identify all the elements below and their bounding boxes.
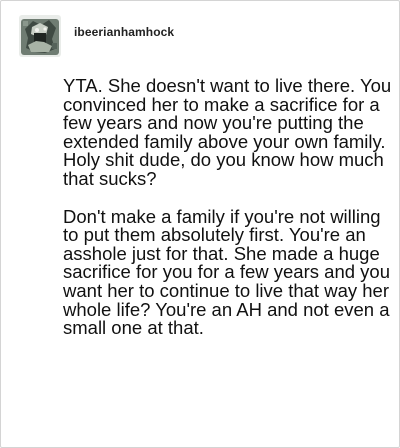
comment-card: ibeerianhamhock YTA. She doesn't want to… xyxy=(0,0,400,448)
user-avatar-icon xyxy=(19,15,61,57)
avatar[interactable] xyxy=(19,15,61,57)
username[interactable]: ibeerianhamhock xyxy=(74,25,174,39)
comment-paragraph-2: Don't make a family if you're not willin… xyxy=(63,205,390,339)
comment-header: ibeerianhamhock xyxy=(19,15,174,57)
comment-body: YTA. She doesn't want to live there. You… xyxy=(63,75,393,339)
comment-paragraph-1: YTA. She doesn't want to live there. You… xyxy=(63,75,392,189)
